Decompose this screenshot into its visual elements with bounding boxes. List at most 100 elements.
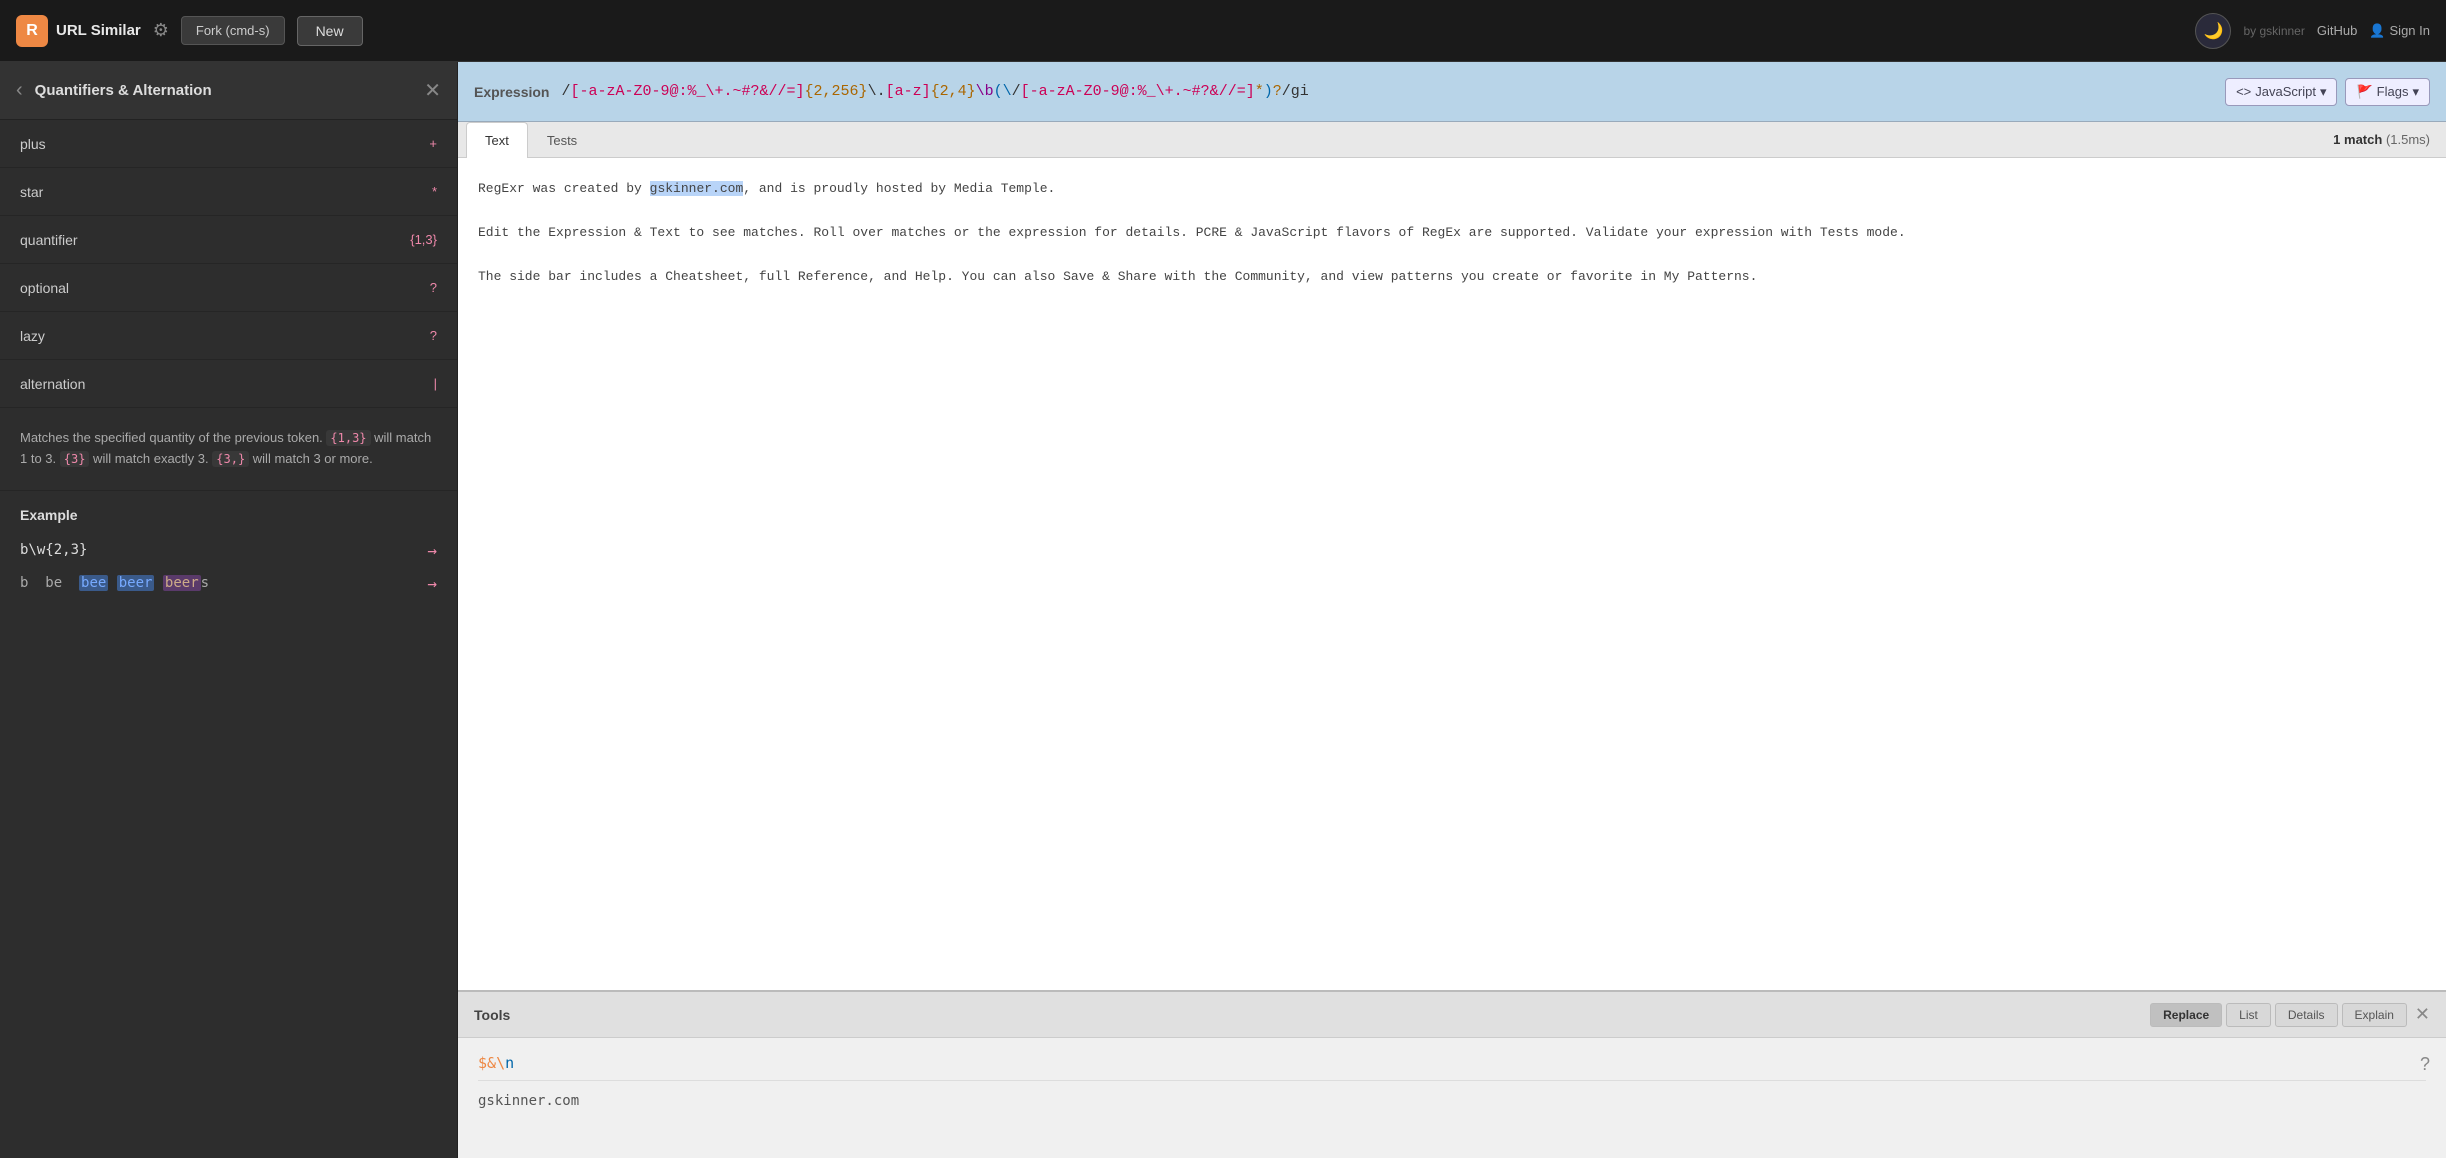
sidebar-item-badge: +: [429, 136, 437, 151]
tool-replace-button[interactable]: Replace: [2150, 1003, 2222, 1027]
sidebar-back-button[interactable]: ‹: [16, 79, 23, 102]
language-label: JavaScript: [2255, 84, 2316, 99]
logo-icon: R: [16, 15, 48, 47]
expr-optional: ?: [1273, 83, 1282, 100]
sidebar-item-label: plus: [20, 136, 429, 152]
flag-icon: 🚩: [2356, 84, 2372, 100]
tools-header: Tools Replace List Details Explain ✕: [458, 992, 2446, 1038]
tool-list-button[interactable]: List: [2226, 1003, 2271, 1027]
new-button[interactable]: New: [297, 16, 363, 46]
expr-charset: [-a-zA-Z0-9@:%_\+.~#?&//=]: [571, 83, 805, 100]
sidebar-item-badge: *: [432, 184, 437, 199]
tools-result: gskinner.com: [478, 1080, 2426, 1109]
example-section: Example b\w{2,3} → b be bee beer beer s …: [0, 491, 457, 613]
ampersand-sign: &: [487, 1054, 496, 1072]
sign-in-button[interactable]: 👤 Sign In: [2369, 23, 2430, 39]
expr-charset-3: [-a-zA-Z0-9@:%_\+.~#?&//=]: [1021, 83, 1255, 100]
text-tabs: Text Tests 1 match (1.5ms): [458, 122, 2446, 158]
example-expression: b\w{2,3} →: [20, 537, 437, 564]
match-count-number: 1 match: [2333, 132, 2382, 147]
sidebar-item-badge: {1,3}: [410, 232, 437, 247]
match-highlight-bee: bee: [79, 575, 108, 591]
expr-slash-close: /gi: [1282, 83, 1309, 100]
sidebar-item-label: star: [20, 184, 432, 200]
sidebar-item-label: optional: [20, 280, 430, 296]
example-expr-text: b\w{2,3}: [20, 542, 87, 558]
tools-label: Tools: [474, 1007, 2150, 1023]
tools-panel: Tools Replace List Details Explain ✕ $&\…: [458, 990, 2446, 1158]
code-2: {3}: [60, 451, 90, 467]
tools-close-button[interactable]: ✕: [2415, 1004, 2430, 1025]
expr-quant-3: *: [1255, 83, 1264, 100]
backslash-n: \: [496, 1054, 505, 1072]
example-title: Example: [20, 507, 437, 523]
expr-quant-1: {2,256}: [805, 83, 868, 100]
expr-group-open: (\: [994, 83, 1012, 100]
sidebar-item-star[interactable]: star *: [0, 168, 457, 216]
language-selector[interactable]: <> JavaScript ▾: [2225, 78, 2337, 106]
tool-details-button[interactable]: Details: [2275, 1003, 2338, 1027]
sidebar-item-lazy[interactable]: lazy ?: [0, 312, 457, 360]
tool-explain-button[interactable]: Explain: [2342, 1003, 2407, 1027]
flags-label: Flags: [2377, 84, 2409, 99]
app-logo: R URL Similar: [16, 15, 141, 47]
tab-text[interactable]: Text: [466, 122, 528, 158]
code-3: {3,}: [212, 451, 249, 467]
main-content: ‹ Quantifiers & Alternation ✕ plus + sta…: [0, 62, 2446, 1158]
text-content-area[interactable]: RegExr was created by gskinner.com, and …: [458, 158, 2446, 990]
tab-tests[interactable]: Tests: [528, 122, 596, 158]
help-button[interactable]: ?: [2420, 1054, 2430, 1075]
match-highlight-beers-partial: beer: [163, 575, 201, 591]
sidebar: ‹ Quantifiers & Alternation ✕ plus + sta…: [0, 62, 458, 1158]
app-name: URL Similar: [56, 22, 141, 39]
sidebar-item-plus[interactable]: plus +: [0, 120, 457, 168]
tools-buttons: Replace List Details Explain: [2150, 1003, 2407, 1027]
user-icon: 👤: [2369, 23, 2385, 39]
match-space2: [154, 575, 162, 591]
dark-mode-button[interactable]: 🌙: [2195, 13, 2231, 49]
expr-dot-escape: \.: [868, 83, 886, 100]
tools-expression[interactable]: $&\n: [478, 1054, 2426, 1072]
expr-slash-group: /: [1012, 83, 1021, 100]
lang-chevron-icon: ▾: [2320, 84, 2327, 100]
top-navigation: R URL Similar ⚙ Fork (cmd-s) New 🌙 by gs…: [0, 0, 2446, 62]
sidebar-title: Quantifiers & Alternation: [35, 82, 425, 99]
tools-body: $&\n ? gskinner.com: [458, 1038, 2446, 1158]
sidebar-header: ‹ Quantifiers & Alternation ✕: [0, 62, 457, 120]
description-text: Matches the specified quantity of the pr…: [20, 430, 431, 466]
match-word-b: b be: [20, 575, 79, 591]
right-panel: Expression /[-a-zA-Z0-9@:%_\+.~#?&//=]{2…: [458, 62, 2446, 1158]
fork-button[interactable]: Fork (cmd-s): [181, 16, 285, 45]
text-match: gskinner.com: [650, 181, 744, 196]
example-arrow-icon[interactable]: →: [427, 541, 437, 560]
dollar-sign: $: [478, 1054, 487, 1072]
expr-word-boundary: \b: [976, 83, 994, 100]
sidebar-item-label: quantifier: [20, 232, 410, 248]
flags-button[interactable]: 🚩 Flags ▾: [2345, 78, 2430, 106]
sidebar-item-label: alternation: [20, 376, 434, 392]
sidebar-item-optional[interactable]: optional ?: [0, 264, 457, 312]
sidebar-list: plus + star * quantifier {1,3} optional …: [0, 120, 457, 408]
flags-chevron-icon: ▾: [2412, 84, 2419, 100]
example-arrow-icon-2[interactable]: →: [427, 574, 437, 593]
expression-flags: <> JavaScript ▾ 🚩 Flags ▾: [2225, 78, 2430, 106]
match-count: 1 match (1.5ms): [2333, 132, 2446, 147]
expr-quant-2: {2,4}: [931, 83, 976, 100]
match-space: [108, 575, 116, 591]
sidebar-description: Matches the specified quantity of the pr…: [0, 408, 457, 491]
example-matches: b be bee beer beer s →: [20, 570, 437, 597]
text-panel: Text Tests 1 match (1.5ms) RegExr was cr…: [458, 122, 2446, 990]
sidebar-item-quantifier[interactable]: quantifier {1,3}: [0, 216, 457, 264]
match-highlight-beer: beer: [117, 575, 155, 591]
sidebar-item-badge: |: [434, 376, 437, 391]
sidebar-close-button[interactable]: ✕: [424, 78, 441, 103]
expression-display[interactable]: /[-a-zA-Z0-9@:%_\+.~#?&//=]{2,256}\.[a-z…: [561, 83, 2213, 100]
match-time: (1.5ms): [2386, 132, 2430, 147]
match-s: s: [201, 575, 209, 591]
sidebar-item-alternation[interactable]: alternation |: [0, 360, 457, 408]
sidebar-item-badge: ?: [430, 328, 437, 343]
gear-icon[interactable]: ⚙: [153, 20, 169, 41]
sidebar-item-badge: ?: [430, 280, 437, 295]
expression-bar: Expression /[-a-zA-Z0-9@:%_\+.~#?&//=]{2…: [458, 62, 2446, 122]
github-link[interactable]: GitHub: [2317, 23, 2357, 38]
